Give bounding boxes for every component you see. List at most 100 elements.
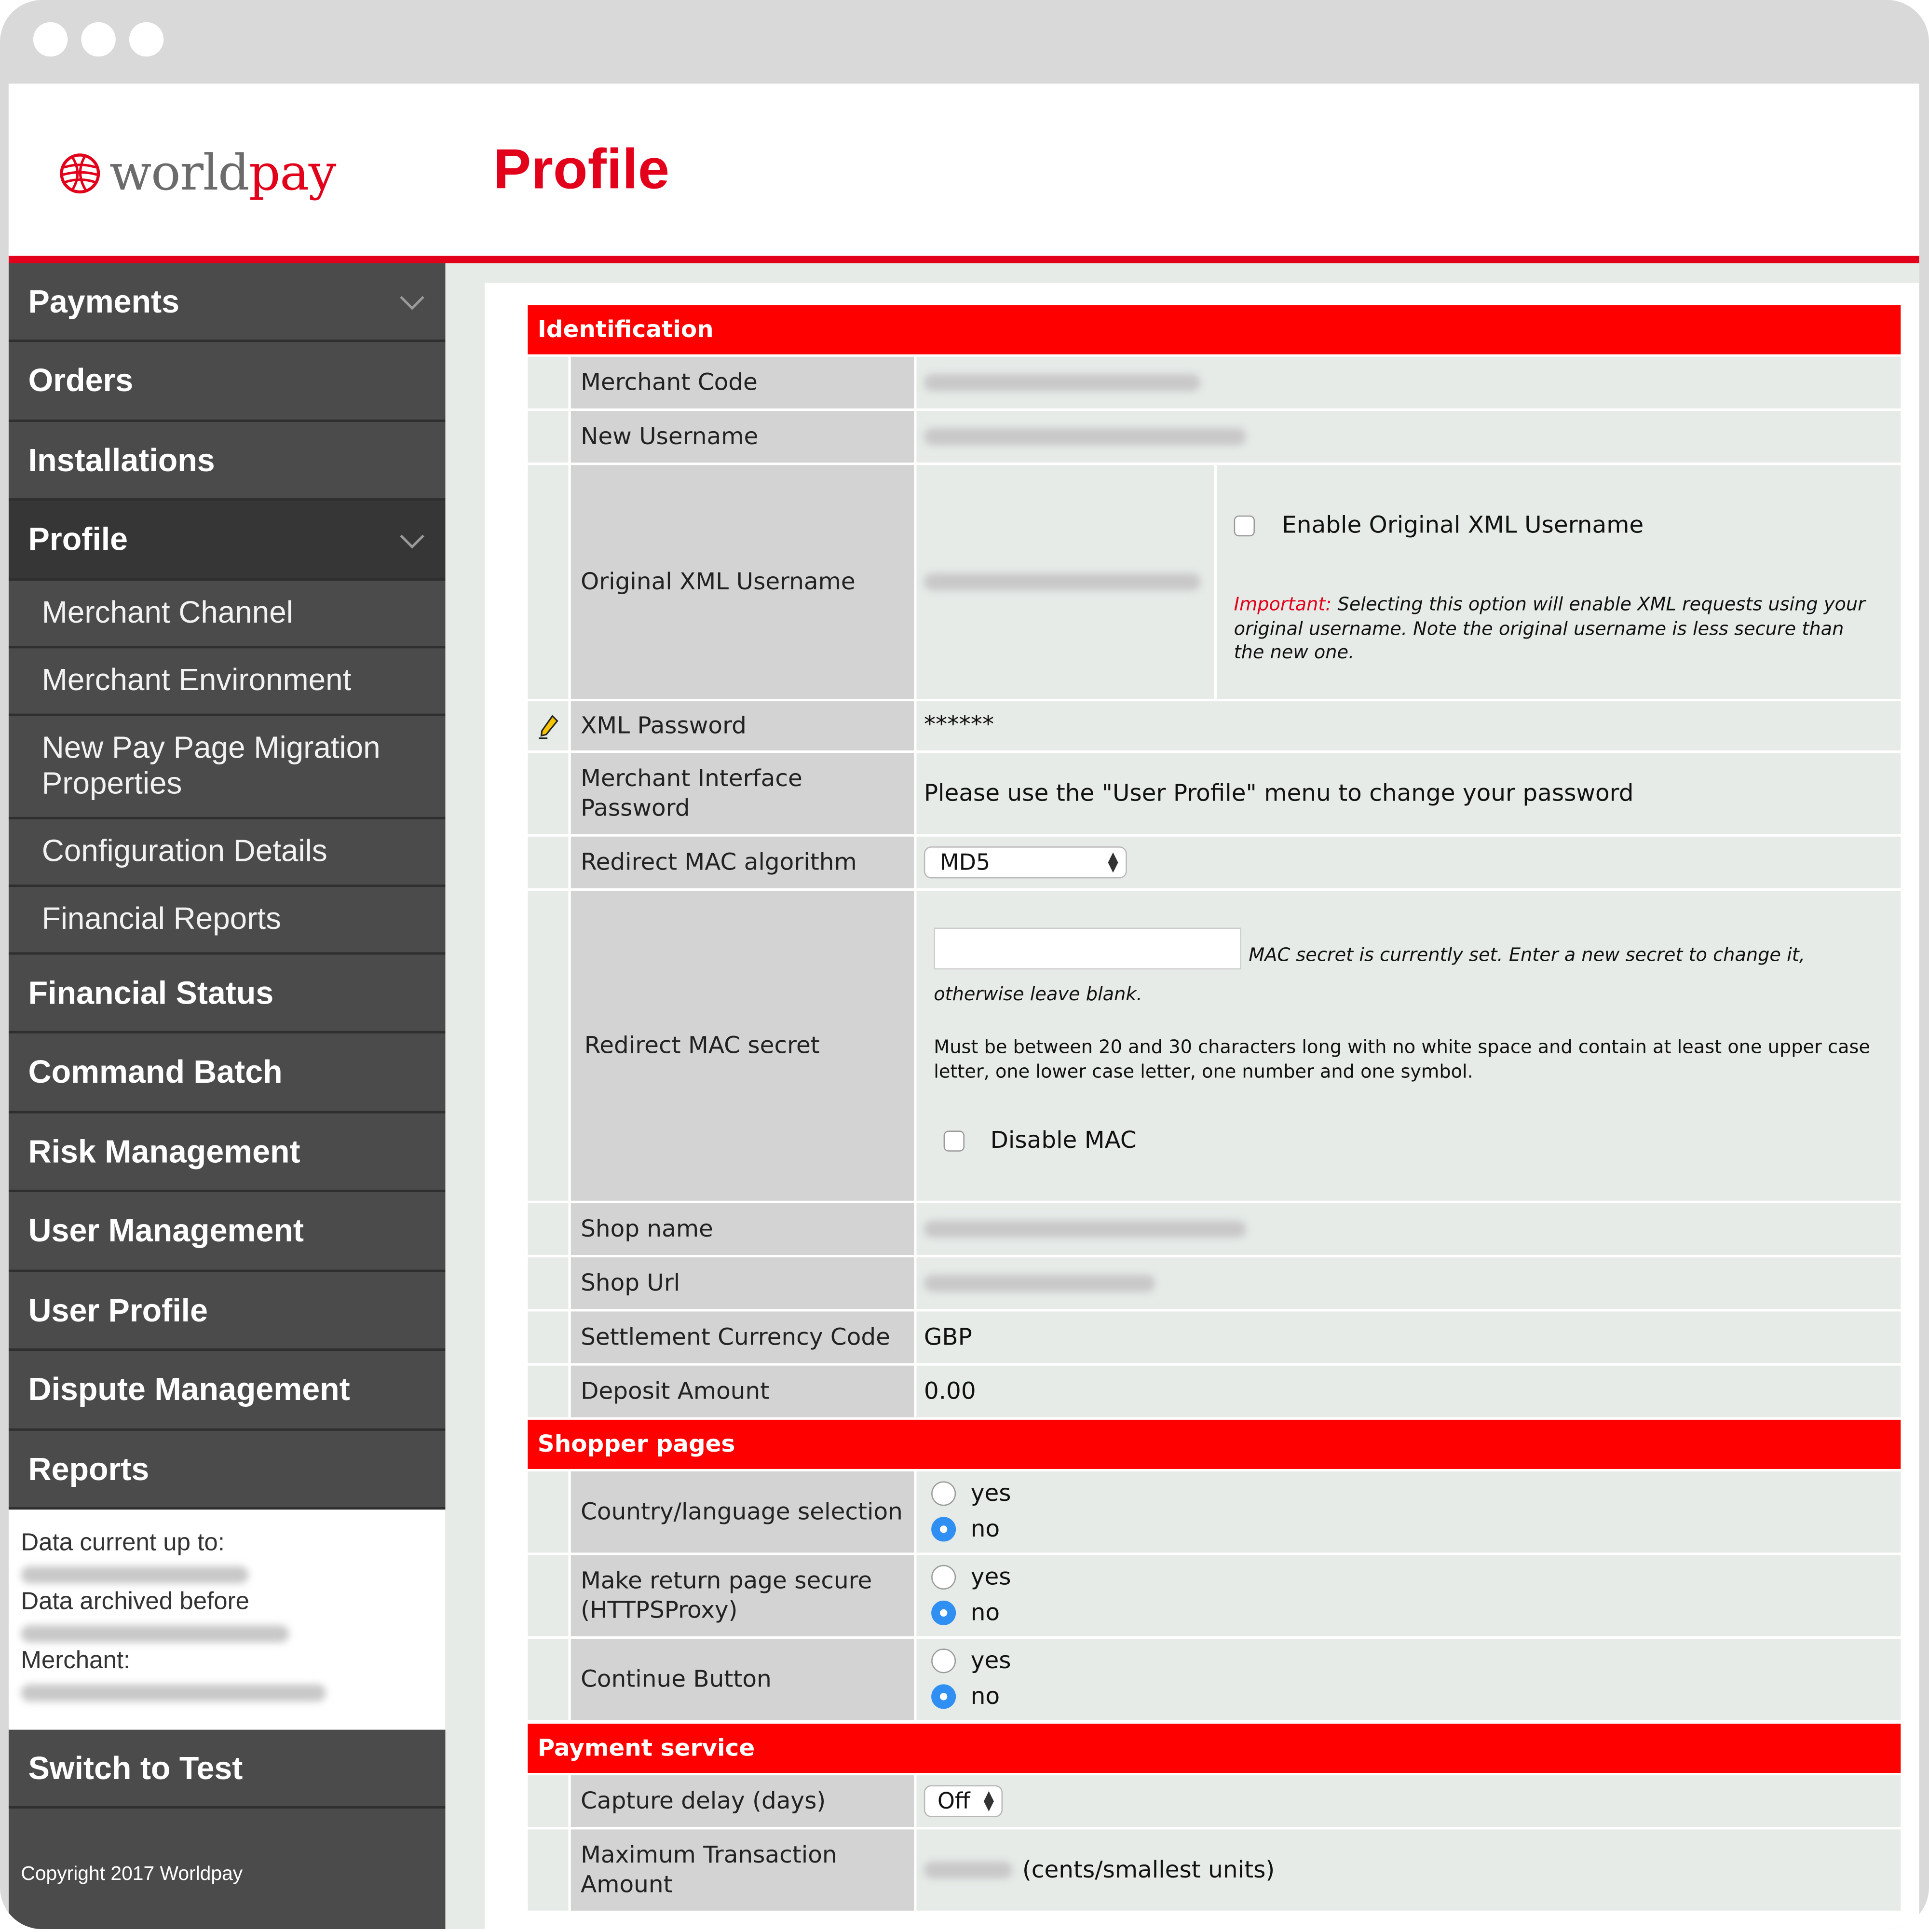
radio-label: yes xyxy=(970,1480,1011,1507)
page-viewport: worldpay Profile Payments Orders Install… xyxy=(8,83,1919,1929)
sidebar-item-user-profile[interactable]: User Profile xyxy=(8,1272,446,1351)
globe-icon xyxy=(60,153,100,194)
sidebar-item-label: Reports xyxy=(28,1450,149,1487)
capture-delay-value: Off xyxy=(937,1788,970,1814)
window-close-dot[interactable] xyxy=(33,22,68,57)
section-payment-service: Payment service xyxy=(528,1723,1901,1773)
disable-mac-checkbox[interactable] xyxy=(943,1130,964,1151)
table-row: Shop name xyxy=(528,1203,1901,1255)
table-row: Continue Button yes no xyxy=(528,1638,1901,1720)
return-page-secure-no-radio[interactable] xyxy=(931,1600,956,1625)
important-prefix: Important: xyxy=(1234,593,1332,615)
select-arrows-icon: ▲ ▼ xyxy=(983,1787,994,1814)
mac-secret-rules: Must be between 20 and 30 characters lon… xyxy=(934,1035,1870,1082)
chevron-down-icon xyxy=(400,523,424,548)
mac-algorithm-select[interactable]: MD5 ▲ ▼ xyxy=(924,846,1127,879)
redacted-value xyxy=(21,1684,326,1702)
radio-label: no xyxy=(970,1515,1000,1543)
switch-to-test-button[interactable]: Switch to Test xyxy=(8,1729,446,1809)
sidebar-subitem-merchant-channel[interactable]: Merchant Channel xyxy=(8,581,446,649)
sidebar-item-orders[interactable]: Orders xyxy=(8,342,446,422)
pencil-icon[interactable] xyxy=(534,712,561,739)
window-minimize-dot[interactable] xyxy=(81,22,116,57)
redacted-value xyxy=(924,428,1247,446)
table-row: New Username xyxy=(528,411,1901,463)
page-header: worldpay Profile xyxy=(8,83,1919,256)
page-title: Profile xyxy=(493,136,670,201)
section-identification: Identification xyxy=(528,305,1901,354)
sidebar-item-profile[interactable]: Profile xyxy=(8,501,446,581)
country-language-yes-radio[interactable] xyxy=(931,1481,956,1506)
country-language-label: Country/language selection xyxy=(571,1471,914,1553)
shop-name-label: Shop name xyxy=(571,1203,914,1255)
sidebar-item-reports[interactable]: Reports xyxy=(8,1430,446,1510)
redacted-value xyxy=(924,1861,1013,1879)
settlement-currency-value: GBP xyxy=(916,1311,1901,1363)
table-row: Deposit Amount 0.00 xyxy=(528,1365,1901,1417)
sidebar-item-label: User Profile xyxy=(28,1291,208,1328)
country-language-no-radio[interactable] xyxy=(931,1517,956,1542)
enable-original-xml-label: Enable Original XML Username xyxy=(1282,512,1644,539)
table-row: Redirect MAC secret MAC secret is curren… xyxy=(528,890,1901,1201)
sidebar-item-label: New Pay Page Migration Properties xyxy=(41,731,380,801)
redirect-mac-algorithm-label: Redirect MAC algorithm xyxy=(571,836,914,888)
sidebar-item-label: Profile xyxy=(28,520,128,558)
table-row: XML Password ****** xyxy=(528,701,1901,751)
mac-secret-note: MAC secret is currently set. Enter a new… xyxy=(934,943,1805,1006)
table-row: Merchant Interface Password Please use t… xyxy=(528,753,1901,834)
merchant-code-label: Merchant Code xyxy=(571,356,914,408)
sidebar-item-user-management[interactable]: User Management xyxy=(8,1192,446,1272)
sidebar-item-label: Dispute Management xyxy=(28,1370,350,1408)
original-xml-username-label: Original XML Username xyxy=(571,465,914,699)
sidebar-item-label: Financial Status xyxy=(28,974,274,1011)
important-note: Important: Selecting this option will en… xyxy=(1234,593,1880,665)
worldpay-logo[interactable]: worldpay xyxy=(58,143,336,204)
copyright: Copyright 2017 Worldpay xyxy=(21,1864,243,1885)
sidebar-item-risk-management[interactable]: Risk Management xyxy=(8,1113,446,1192)
window-zoom-dot[interactable] xyxy=(129,22,164,57)
sidebar-item-label: Payments xyxy=(28,282,180,319)
sidebar-item-payments[interactable]: Payments xyxy=(8,263,446,342)
table-row: Merchant Code xyxy=(528,356,1901,408)
sidebar-subitem-financial-reports[interactable]: Financial Reports xyxy=(8,887,446,955)
sidebar-item-label: Risk Management xyxy=(28,1132,300,1170)
sidebar-subitem-configuration-details[interactable]: Configuration Details xyxy=(8,819,446,887)
sidebar-item-label: Configuration Details xyxy=(41,834,327,869)
merchant-label: Merchant: xyxy=(21,1647,131,1674)
disable-mac-label: Disable MAC xyxy=(990,1127,1137,1154)
sidebar-item-label: Financial Reports xyxy=(41,901,281,937)
settlement-currency-label: Settlement Currency Code xyxy=(571,1311,914,1363)
redacted-value xyxy=(21,1625,289,1643)
sidebar-item-label: User Management xyxy=(28,1211,304,1249)
redacted-value xyxy=(924,1274,1155,1292)
new-username-label: New Username xyxy=(571,411,914,463)
sidebar-subitem-pay-page-migration[interactable]: New Pay Page Migration Properties xyxy=(8,716,446,819)
merchant-interface-password-label: Merchant Interface Password xyxy=(571,753,914,834)
table-row: Shop Url xyxy=(528,1257,1901,1309)
continue-button-no-radio[interactable] xyxy=(931,1684,956,1709)
continue-button-label: Continue Button xyxy=(571,1638,914,1720)
browser-window: worldpay Profile Payments Orders Install… xyxy=(0,0,1929,1929)
table-row: Make return page secure (HTTPSProxy) yes… xyxy=(528,1555,1901,1636)
sidebar-item-command-batch[interactable]: Command Batch xyxy=(8,1033,446,1114)
sidebar-item-dispute-management[interactable]: Dispute Management xyxy=(8,1351,446,1431)
data-status-panel: Data current up to: Data archived before… xyxy=(8,1510,446,1730)
redacted-value xyxy=(21,1566,249,1584)
deposit-amount-label: Deposit Amount xyxy=(571,1365,914,1417)
continue-button-yes-radio[interactable] xyxy=(931,1648,956,1673)
sidebar-item-label: Orders xyxy=(28,362,134,399)
logo-world-text: world xyxy=(109,145,249,202)
sidebar-subitem-merchant-environment[interactable]: Merchant Environment xyxy=(8,648,446,716)
sidebar-item-financial-status[interactable]: Financial Status xyxy=(8,954,446,1034)
shop-url-label: Shop Url xyxy=(571,1257,914,1309)
enable-original-xml-checkbox[interactable] xyxy=(1234,515,1255,536)
capture-delay-select[interactable]: Off ▲ ▼ xyxy=(924,1785,1003,1817)
logo-pay-text: pay xyxy=(249,145,336,202)
max-amount-unit: (cents/smallest units) xyxy=(1022,1856,1275,1884)
table-row: Settlement Currency Code GBP xyxy=(528,1311,1901,1363)
return-page-secure-yes-radio[interactable] xyxy=(931,1565,956,1590)
data-current-label: Data current up to: xyxy=(21,1529,225,1557)
xml-password-value: ****** xyxy=(916,701,1901,751)
mac-algorithm-value: MD5 xyxy=(939,849,991,876)
sidebar-item-installations[interactable]: Installations xyxy=(8,422,446,501)
